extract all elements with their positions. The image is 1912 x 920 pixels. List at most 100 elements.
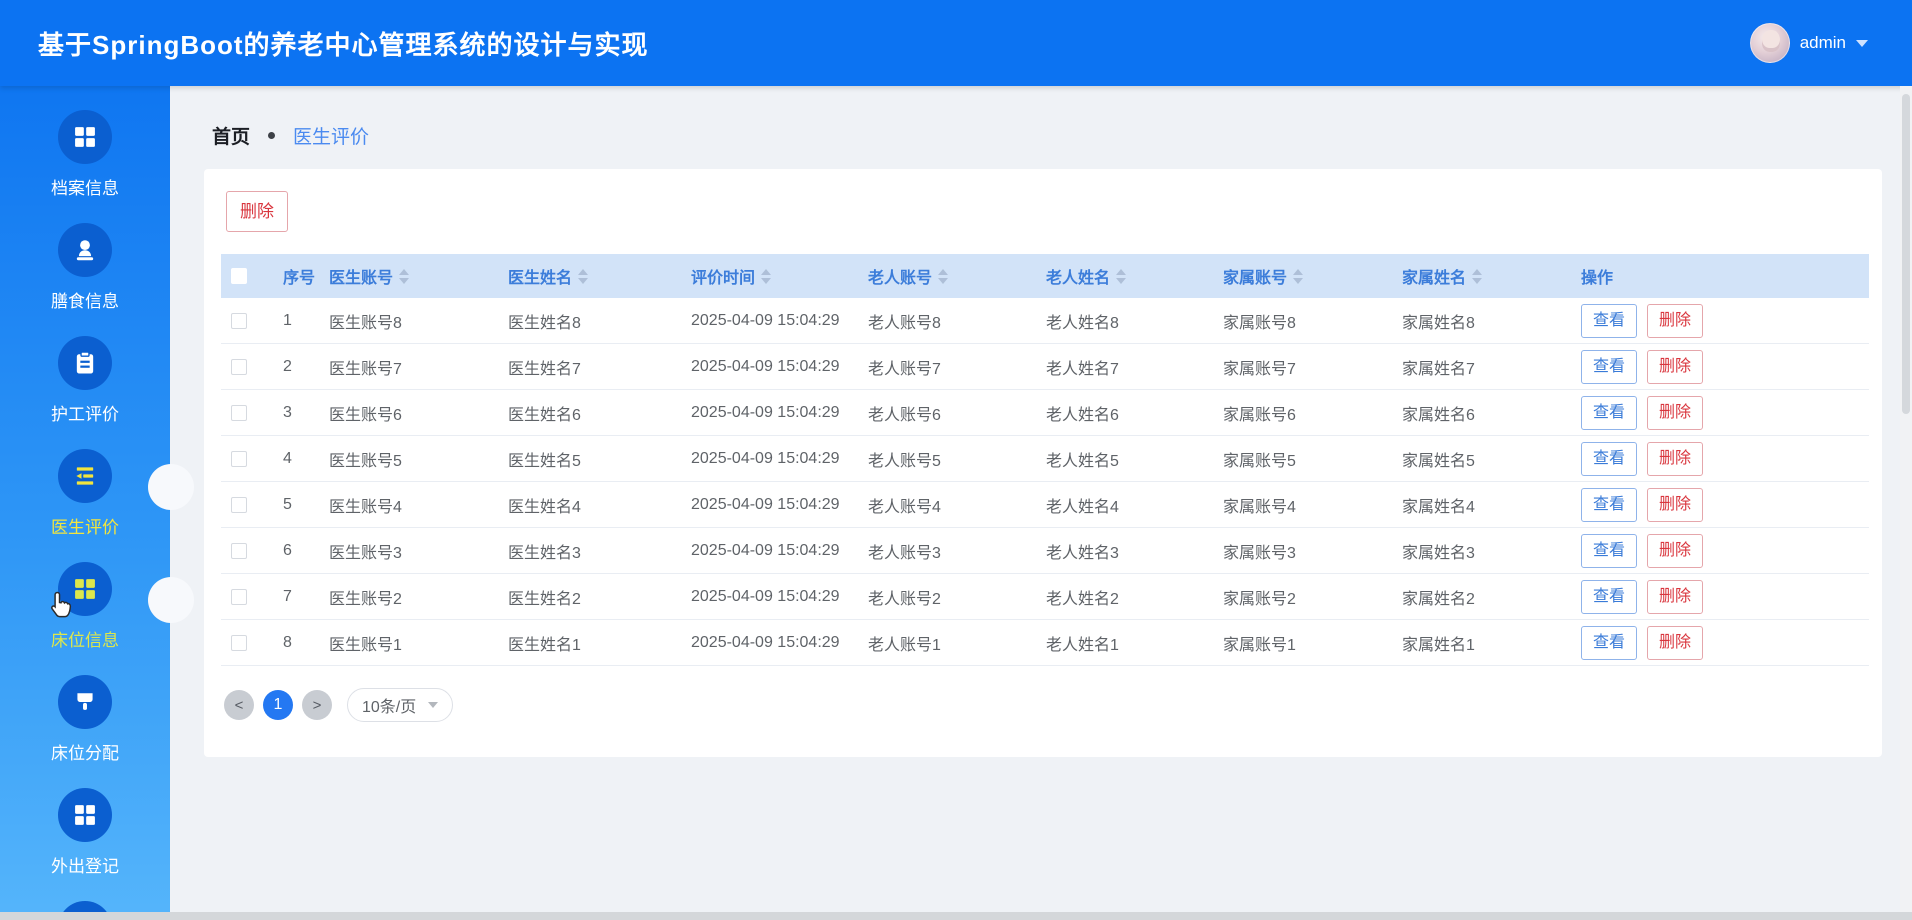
cell-doctor-name: 医生姓名7: [508, 360, 581, 378]
grid-icon: [58, 788, 112, 842]
sort-icon[interactable]: [399, 268, 410, 284]
bulk-delete-button[interactable]: 删除: [226, 191, 288, 232]
avatar[interactable]: [1749, 23, 1790, 63]
row-delete-button[interactable]: 删除: [1647, 395, 1704, 430]
table-row: 7 医生账号2 医生姓名2 2025-04-09 15:04:29 老人账号2 …: [221, 574, 1869, 620]
cell-family-account: 家属账号2: [1223, 590, 1296, 608]
next-page-button[interactable]: >: [302, 690, 332, 720]
sidebar-item-label: 膳食信息: [51, 292, 119, 311]
select-all-checkbox[interactable]: [231, 268, 247, 284]
cell-index: 7: [283, 587, 292, 605]
sidebar-item-医生评价[interactable]: 医生评价: [0, 437, 170, 550]
page-1-button[interactable]: 1: [263, 690, 293, 720]
cell-family-name: 家属姓名4: [1402, 498, 1475, 516]
row-checkbox[interactable]: [231, 588, 247, 605]
sort-icon[interactable]: [938, 268, 949, 284]
user-icon: [58, 223, 112, 277]
content-card: 删除 序号 医生账号 医生姓名 评价时间 老人账号 老人姓名 家属账号 家属姓名 操作 1 医生…: [204, 169, 1882, 757]
sidebar-item-膳食信息[interactable]: 膳食信息: [0, 211, 170, 324]
cell-doctor-account: 医生账号3: [329, 544, 402, 562]
cell-eval-time: 2025-04-09 15:04:29: [691, 587, 840, 605]
row-checkbox[interactable]: [231, 450, 247, 467]
column-header-6[interactable]: 老人姓名: [1036, 264, 1213, 288]
column-header-9: 操作: [1571, 264, 1869, 288]
cell-doctor-account: 医生账号8: [329, 314, 402, 332]
cell-eval-time: 2025-04-09 15:04:29: [691, 495, 840, 513]
sidebar-item-label: 床位信息: [51, 631, 119, 650]
cell-elder-name: 老人姓名2: [1046, 590, 1119, 608]
sidebar-item-外出登记[interactable]: 外出登记: [0, 776, 170, 889]
sidebar: 档案信息 膳食信息 护工评价 医生评价 床位信息 床位分配 外出登记: [0, 86, 170, 920]
cell-doctor-account: 医生账号7: [329, 360, 402, 378]
chevron-down-icon: [1856, 39, 1868, 47]
column-header-5[interactable]: 老人账号: [858, 264, 1036, 288]
view-button[interactable]: 查看: [1581, 349, 1638, 384]
view-button[interactable]: 查看: [1581, 441, 1638, 476]
row-delete-button[interactable]: 删除: [1647, 441, 1704, 476]
cell-family-account: 家属账号8: [1223, 314, 1296, 332]
page-scrollbar[interactable]: [1900, 86, 1912, 912]
view-button[interactable]: 查看: [1581, 625, 1638, 660]
row-checkbox[interactable]: [231, 496, 247, 513]
cell-family-name: 家属姓名6: [1402, 406, 1475, 424]
column-header-3[interactable]: 医生姓名: [498, 264, 681, 288]
row-delete-button[interactable]: 删除: [1647, 625, 1704, 660]
column-header-8[interactable]: 家属姓名: [1392, 264, 1571, 288]
row-checkbox[interactable]: [231, 312, 247, 329]
sort-icon[interactable]: [1293, 268, 1304, 284]
breadcrumb-home[interactable]: 首页: [212, 122, 250, 149]
view-button[interactable]: 查看: [1581, 395, 1638, 430]
sort-icon[interactable]: [1472, 268, 1483, 284]
sidebar-item-label: 床位分配: [51, 744, 119, 763]
row-checkbox[interactable]: [231, 358, 247, 375]
cell-doctor-name: 医生姓名4: [508, 498, 581, 516]
cell-elder-name: 老人姓名5: [1046, 452, 1119, 470]
breadcrumb-separator-icon: [268, 132, 276, 139]
cell-elder-account: 老人账号6: [868, 406, 941, 424]
breadcrumb-current[interactable]: 医生评价: [293, 122, 369, 149]
active-item-notch: [148, 464, 194, 510]
row-delete-button[interactable]: 删除: [1647, 533, 1704, 568]
cell-index: 8: [283, 633, 292, 651]
column-header-7[interactable]: 家属账号: [1213, 264, 1392, 288]
sort-icon[interactable]: [761, 268, 772, 284]
row-delete-button[interactable]: 删除: [1647, 349, 1704, 384]
cell-index: 4: [283, 449, 292, 467]
cell-elder-account: 老人账号4: [868, 498, 941, 516]
chevron-down-icon: [428, 702, 439, 708]
row-checkbox[interactable]: [231, 634, 247, 651]
page-size-select[interactable]: 10条/页: [347, 688, 454, 722]
pagination: < 1 > 10条/页: [224, 688, 1866, 722]
horizontal-scrollbar[interactable]: [0, 912, 1912, 920]
view-button[interactable]: 查看: [1581, 533, 1638, 568]
view-button[interactable]: 查看: [1581, 487, 1638, 522]
table-row: 2 医生账号7 医生姓名7 2025-04-09 15:04:29 老人账号7 …: [221, 344, 1869, 390]
view-button[interactable]: 查看: [1581, 579, 1638, 614]
cell-family-account: 家属账号5: [1223, 452, 1296, 470]
column-header-2[interactable]: 医生账号: [319, 264, 498, 288]
sort-icon[interactable]: [578, 268, 589, 284]
column-label: 家属姓名: [1402, 270, 1467, 287]
row-delete-button[interactable]: 删除: [1647, 487, 1704, 522]
row-checkbox[interactable]: [231, 542, 247, 559]
row-delete-button[interactable]: 删除: [1647, 579, 1704, 614]
row-checkbox[interactable]: [231, 404, 247, 421]
column-header-4[interactable]: 评价时间: [681, 264, 858, 288]
main-content: 首页 医生评价 删除 序号 医生账号 医生姓名 评价时间 老人账号 老人姓名 家属账号 家属姓…: [170, 86, 1912, 920]
sidebar-item-护工评价[interactable]: 护工评价: [0, 324, 170, 437]
sidebar-item-床位信息[interactable]: 床位信息: [0, 550, 170, 663]
table-row: 8 医生账号1 医生姓名1 2025-04-09 15:04:29 老人账号1 …: [221, 620, 1869, 666]
table-row: 6 医生账号3 医生姓名3 2025-04-09 15:04:29 老人账号3 …: [221, 528, 1869, 574]
page-title: 基于SpringBoot的养老中心管理系统的设计与实现: [38, 29, 649, 60]
sort-icon[interactable]: [1116, 268, 1127, 284]
sidebar-item-label: 医生评价: [51, 518, 119, 537]
sidebar-item-床位分配[interactable]: 床位分配: [0, 663, 170, 776]
view-button[interactable]: 查看: [1581, 303, 1638, 338]
table-row: 1 医生账号8 医生姓名8 2025-04-09 15:04:29 老人账号8 …: [221, 298, 1869, 344]
prev-page-button[interactable]: <: [224, 690, 254, 720]
cell-doctor-account: 医生账号2: [329, 590, 402, 608]
sidebar-item-档案信息[interactable]: 档案信息: [0, 98, 170, 211]
row-delete-button[interactable]: 删除: [1647, 303, 1704, 338]
user-menu[interactable]: admin: [1749, 23, 1868, 63]
cell-doctor-account: 医生账号1: [329, 636, 402, 654]
